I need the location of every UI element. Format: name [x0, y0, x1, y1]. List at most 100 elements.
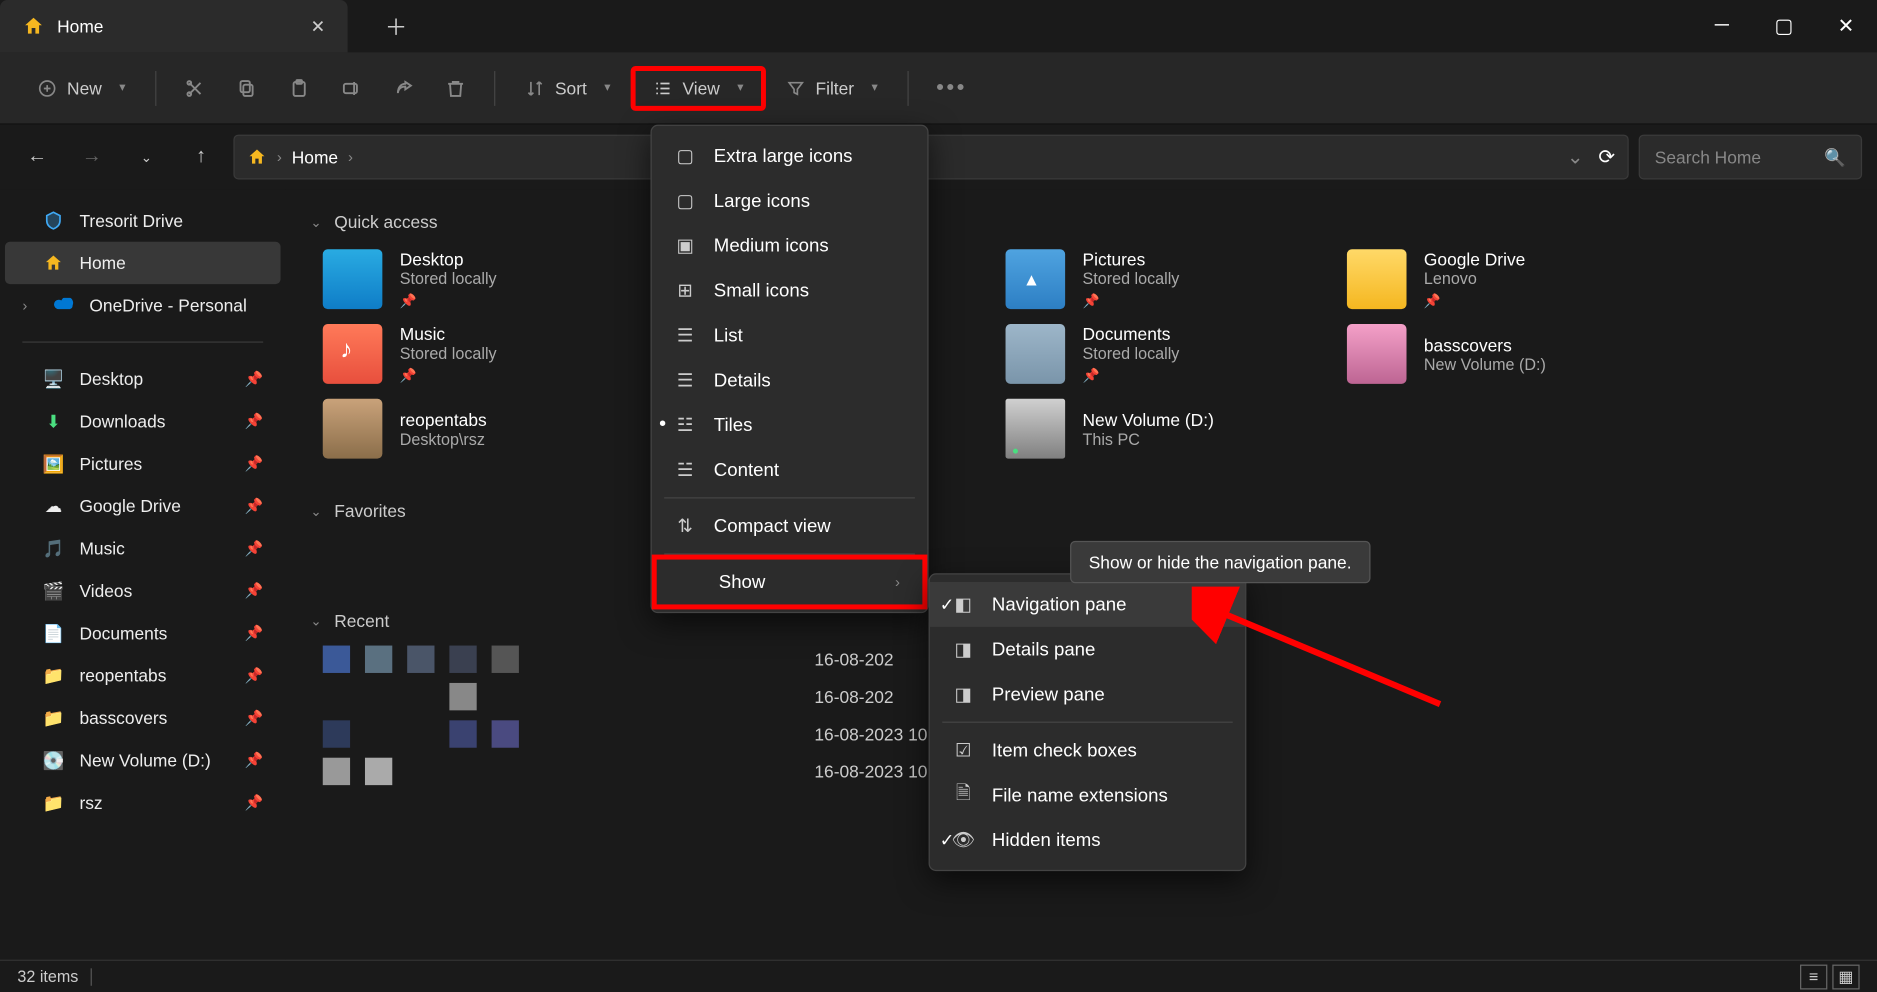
- menu-medium-icons[interactable]: ▣Medium icons: [652, 223, 928, 268]
- qa-reopentabs[interactable]: reopentabsDesktop\rsz: [310, 391, 651, 466]
- sidebar-item-newvolume[interactable]: 💽New Volume (D:)📌: [5, 739, 281, 781]
- menu-show[interactable]: Show›: [652, 555, 928, 610]
- breadcrumb[interactable]: › Home › ⌄ ⟳: [233, 135, 1628, 180]
- sidebar-item-rsz[interactable]: 📁rsz📌: [5, 781, 281, 823]
- menu-hidden-items[interactable]: 👁Hidden items: [930, 818, 1245, 863]
- sidebar-item-desktop[interactable]: 🖥️Desktop📌: [5, 358, 281, 400]
- menu-details[interactable]: ☰Details: [652, 358, 928, 403]
- tab-home[interactable]: Home ✕: [0, 0, 348, 52]
- menu-item-check-boxes[interactable]: ☑Item check boxes: [930, 728, 1245, 773]
- sidebar-item-documents[interactable]: 📄Documents📌: [5, 612, 281, 654]
- tab-title: Home: [57, 16, 298, 36]
- sidebar-item-pictures[interactable]: 🖼️Pictures📌: [5, 442, 281, 484]
- documents-icon: [1006, 324, 1066, 384]
- compact-icon: ⇅: [674, 515, 696, 537]
- pin-icon: 📌: [245, 709, 264, 726]
- content-icon: ☱: [674, 459, 696, 481]
- pictures-icon: [1006, 249, 1066, 309]
- drive-icon: [1006, 399, 1066, 459]
- share-icon[interactable]: [380, 67, 427, 109]
- refresh-icon[interactable]: ⟳: [1598, 145, 1615, 170]
- filter-button[interactable]: Filter▾: [771, 68, 893, 108]
- chevron-right-icon: ›: [22, 297, 37, 314]
- music-icon: [323, 324, 383, 384]
- forward-button[interactable]: →: [70, 135, 115, 180]
- menu-tiles[interactable]: ☳Tiles: [652, 403, 928, 448]
- qa-documents[interactable]: DocumentsStored locally📌: [993, 317, 1334, 392]
- up-button[interactable]: ↑: [179, 135, 224, 180]
- back-button[interactable]: ←: [15, 135, 60, 180]
- view-button[interactable]: View▾: [630, 65, 765, 110]
- videos-icon: 🎬: [42, 579, 64, 601]
- menu-navigation-pane[interactable]: ◧Navigation pane: [930, 582, 1245, 627]
- qa-music[interactable]: MusicStored locally📌: [310, 317, 651, 392]
- section-quick-access[interactable]: ⌄Quick access: [310, 202, 1852, 242]
- grid-icon: ▢: [674, 189, 696, 211]
- drive-icon: 💽: [42, 749, 64, 771]
- thumbnails-view-icon[interactable]: ▦: [1832, 964, 1859, 989]
- qa-pictures[interactable]: PicturesStored locally📌: [993, 242, 1334, 317]
- list-icon: ☰: [674, 324, 696, 346]
- sort-button[interactable]: Sort▾: [510, 68, 625, 108]
- section-favorites[interactable]: ⌄Favorites: [310, 491, 1852, 531]
- sidebar-item-videos[interactable]: 🎬Videos📌: [5, 570, 281, 612]
- menu-content[interactable]: ☱Content: [652, 447, 928, 492]
- menu-preview-pane[interactable]: ◨Preview pane: [930, 672, 1245, 717]
- recent-locations-button[interactable]: ⌄: [124, 135, 169, 180]
- new-tab-button[interactable]: ＋: [385, 10, 407, 42]
- grid-icon: ▢: [674, 145, 696, 167]
- chevron-down-icon[interactable]: ⌄: [1567, 145, 1584, 170]
- menu-compact-view[interactable]: ⇅Compact view: [652, 503, 928, 548]
- onedrive-icon: [52, 294, 74, 316]
- pin-icon: 📌: [1083, 293, 1180, 309]
- chevron-right-icon: ›: [895, 573, 900, 590]
- pin-icon: 📌: [245, 455, 264, 472]
- delete-icon[interactable]: [432, 67, 479, 109]
- sidebar-item-googledrive[interactable]: ☁Google Drive📌: [5, 485, 281, 527]
- sidebar-item-onedrive[interactable]: › OneDrive - Personal: [5, 284, 281, 326]
- menu-small-icons[interactable]: ⊞Small icons: [652, 268, 928, 313]
- qa-desktop[interactable]: DesktopStored locally📌: [310, 242, 651, 317]
- paste-icon[interactable]: [276, 67, 323, 109]
- qa-newvolume[interactable]: New Volume (D:)This PC: [993, 391, 1334, 466]
- sidebar-item-reopentabs[interactable]: 📁reopentabs📌: [5, 654, 281, 696]
- sidebar-item-home[interactable]: Home: [5, 242, 281, 284]
- maximize-button[interactable]: ▢: [1753, 0, 1815, 52]
- search-input[interactable]: Search Home 🔍: [1639, 135, 1862, 180]
- more-icon[interactable]: •••: [924, 65, 980, 111]
- close-tab-icon[interactable]: ✕: [311, 16, 326, 37]
- menu-extra-large-icons[interactable]: ▢Extra large icons: [652, 133, 928, 178]
- pin-icon: 📌: [1083, 368, 1180, 384]
- pin-icon: 📌: [245, 540, 264, 557]
- menu-details-pane[interactable]: ◨Details pane: [930, 627, 1245, 672]
- cut-icon[interactable]: [171, 67, 218, 109]
- menu-large-icons[interactable]: ▢Large icons: [652, 178, 928, 223]
- search-icon: 🔍: [1824, 146, 1846, 167]
- sidebar-item-basscovers[interactable]: 📁basscovers📌: [5, 697, 281, 739]
- cloud-icon: ☁: [42, 495, 64, 517]
- sidebar-item-music[interactable]: 🎵Music📌: [5, 527, 281, 569]
- pin-icon: 📌: [400, 293, 497, 309]
- folder-icon: 📁: [42, 791, 64, 813]
- copy-icon[interactable]: [224, 67, 271, 109]
- folder-icon: [323, 249, 383, 309]
- folder-icon: [323, 399, 383, 459]
- panel-left-icon: ◧: [952, 593, 974, 615]
- view-menu: ▢Extra large icons ▢Large icons ▣Medium …: [650, 125, 928, 614]
- sidebar-item-tresorit[interactable]: Tresorit Drive: [5, 199, 281, 241]
- qa-googledrive[interactable]: Google DriveLenovo📌: [1335, 242, 1676, 317]
- toolbar: New▾ Sort▾ View▾ Filter▾ •••: [0, 52, 1877, 124]
- file-icon: 🗎: [952, 784, 974, 806]
- rename-icon[interactable]: [328, 67, 375, 109]
- minimize-button[interactable]: ─: [1691, 0, 1753, 52]
- menu-list[interactable]: ☰List: [652, 313, 928, 358]
- music-icon: 🎵: [42, 537, 64, 559]
- new-button[interactable]: New▾: [22, 68, 140, 108]
- details-view-icon[interactable]: ≡: [1800, 964, 1827, 989]
- qa-basscovers[interactable]: basscoversNew Volume (D:): [1335, 317, 1676, 392]
- close-window-button[interactable]: ✕: [1815, 0, 1877, 52]
- sidebar-item-downloads[interactable]: ⬇Downloads📌: [5, 400, 281, 442]
- breadcrumb-home[interactable]: Home: [292, 147, 338, 167]
- status-bar: 32 items ≡ ▦: [0, 960, 1877, 992]
- menu-file-name-extensions[interactable]: 🗎File name extensions: [930, 773, 1245, 818]
